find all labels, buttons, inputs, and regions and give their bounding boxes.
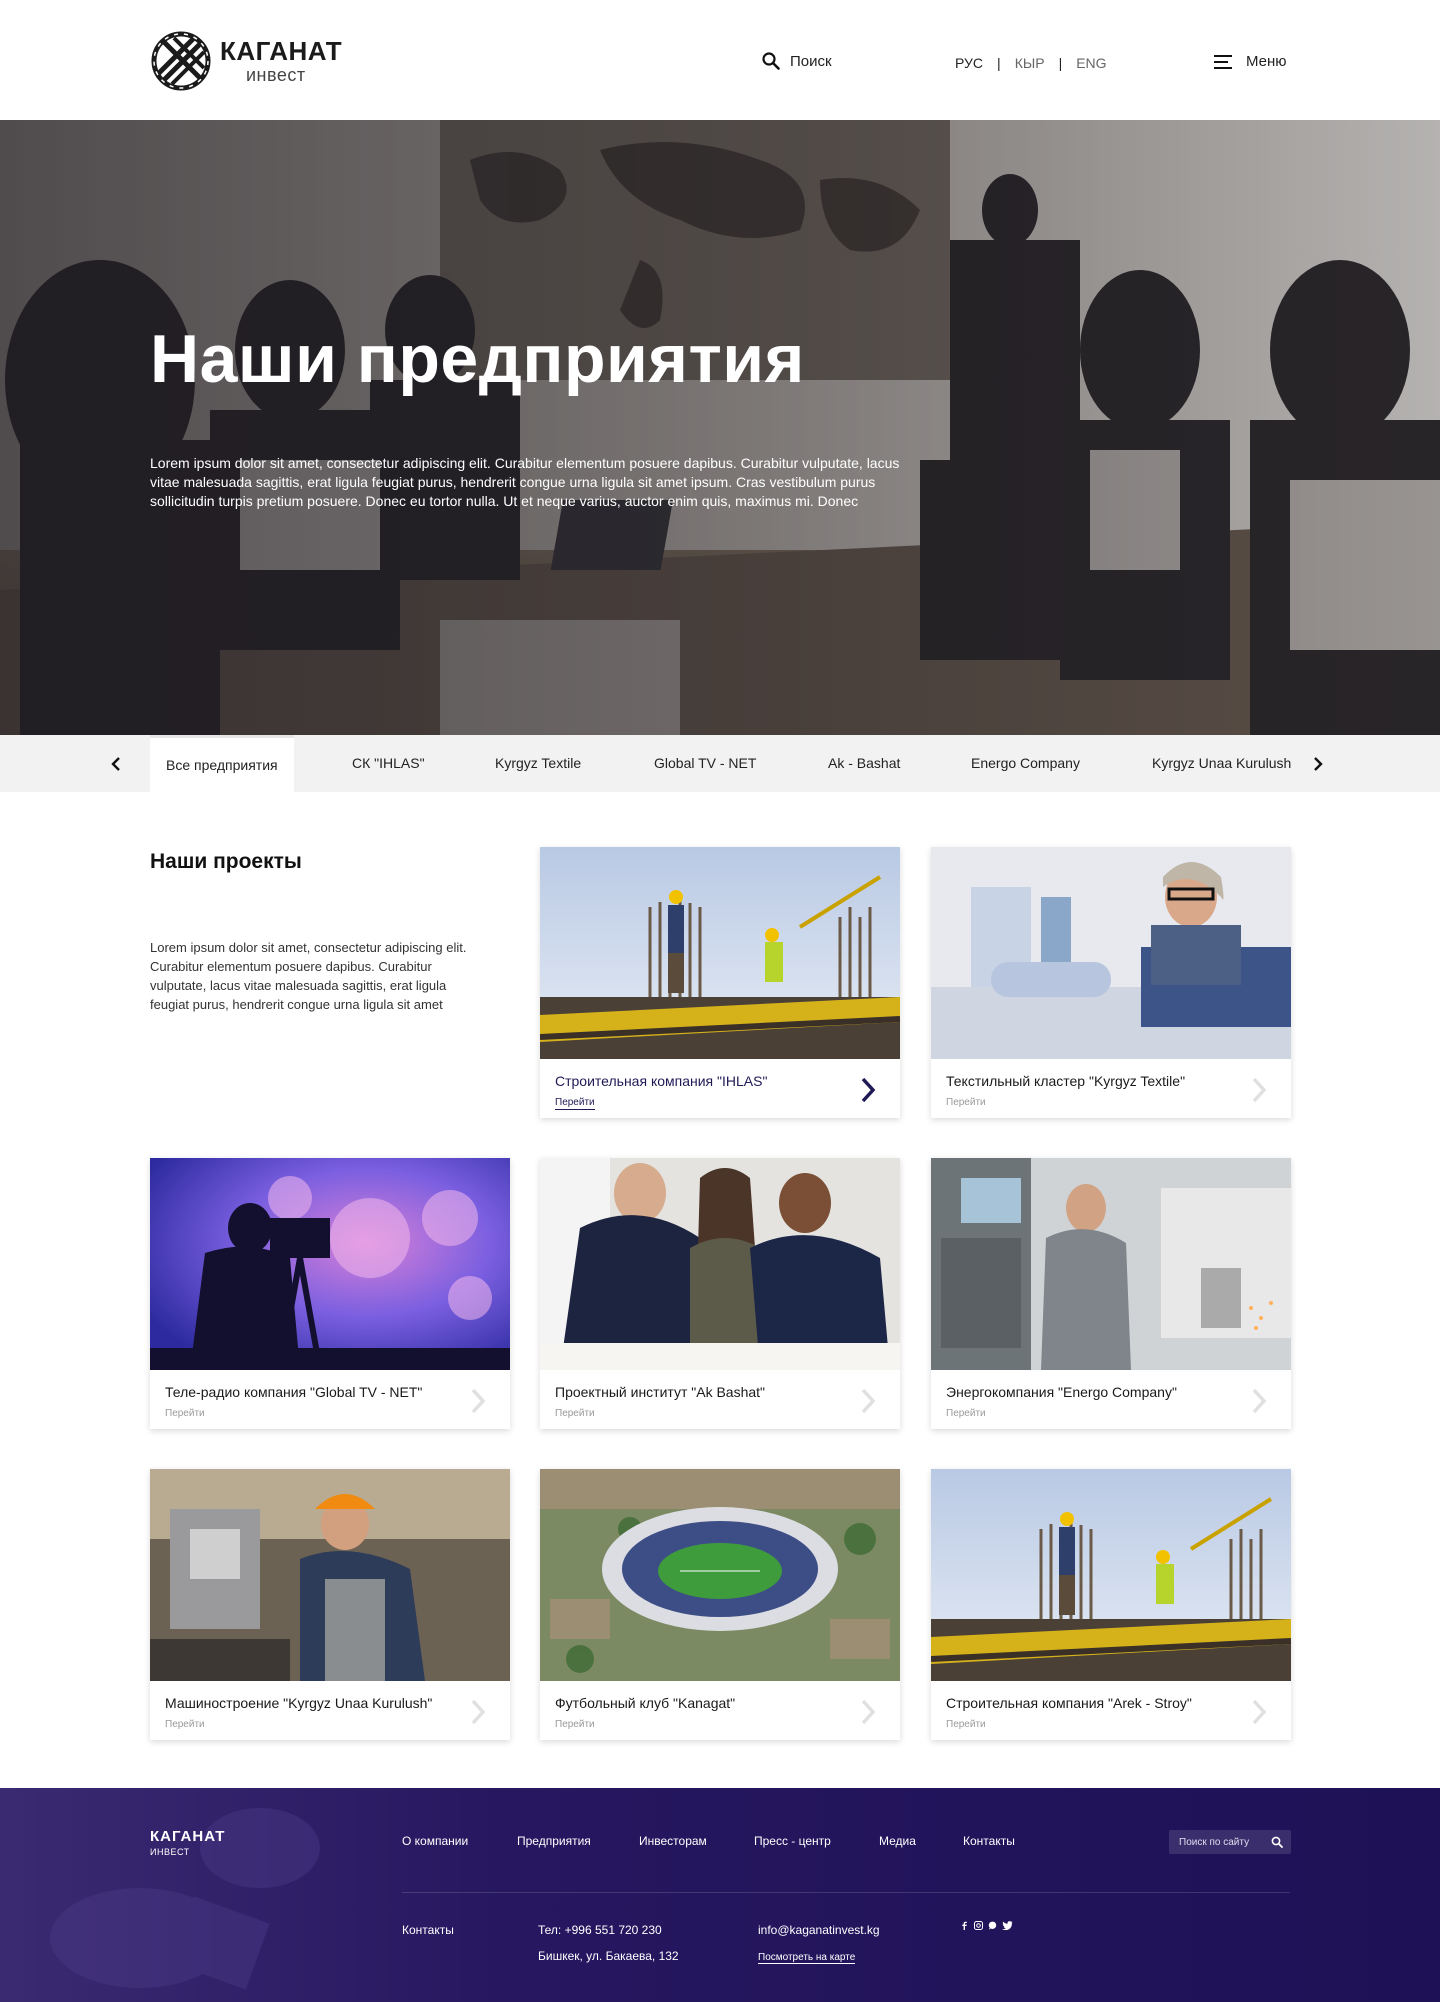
tab-global-tv[interactable]: Global TV - NET xyxy=(654,735,756,792)
footer-logo-subtitle: ИНВЕСТ xyxy=(150,1847,190,1857)
footer-email[interactable]: info@kaganatinvest.kg xyxy=(758,1923,880,1937)
footer-search-input[interactable] xyxy=(1169,1830,1264,1854)
tab-kyrgyz-unaa-kurulush[interactable]: Kyrgyz Unaa Kurulush xyxy=(1152,735,1291,792)
instagram-icon[interactable] xyxy=(974,1917,983,1930)
card-link[interactable]: Перейти xyxy=(555,1719,595,1730)
footer-nav-contacts[interactable]: Контакты xyxy=(963,1834,1015,1848)
search-button[interactable]: Поиск xyxy=(762,52,832,70)
project-card-kyrgyz-unaa-kurulush[interactable]: Машиностроение "Kyrgyz Unaa Kurulush" Пе… xyxy=(150,1469,510,1740)
card-title: Строительная компания "IHLAS" xyxy=(555,1073,768,1089)
construction-photo xyxy=(931,1469,1291,1681)
footer-search xyxy=(1169,1830,1291,1854)
chevron-left-icon[interactable] xyxy=(108,755,126,773)
project-card-ak-bashat[interactable]: Проектный институт "Ak Bashat" Перейти xyxy=(540,1158,900,1429)
footer-nav-press-center[interactable]: Пресс - центр xyxy=(754,1834,831,1848)
footer-background-image xyxy=(0,1788,1440,2002)
lang-en[interactable]: ENG xyxy=(1076,55,1106,71)
logo[interactable]: КАГАНАТ инвест xyxy=(150,30,342,92)
site-header: КАГАНАТ инвест Поиск РУС | КЫР | ENG Мен… xyxy=(0,0,1440,120)
footer-nav-enterprises[interactable]: Предприятия xyxy=(517,1834,591,1848)
hamburger-icon xyxy=(1214,54,1232,69)
footer-divider xyxy=(402,1892,1290,1893)
card-link[interactable]: Перейти xyxy=(555,1408,595,1419)
search-icon[interactable] xyxy=(1271,1836,1283,1848)
architects-photo xyxy=(540,1158,900,1370)
footer-nav-media[interactable]: Медиа xyxy=(879,1834,916,1848)
card-title: Футбольный клуб "Kanagat" xyxy=(555,1695,736,1711)
arrow-right-icon[interactable] xyxy=(1249,1386,1269,1416)
lang-ky[interactable]: КЫР xyxy=(1015,55,1045,71)
tab-ihlas[interactable]: СК "IHLAS" xyxy=(352,735,425,792)
project-card-arek-stroy[interactable]: Строительная компания "Arek - Stroy" Пер… xyxy=(931,1469,1291,1740)
card-link[interactable]: Перейти xyxy=(946,1719,986,1730)
tab-ak-bashat[interactable]: Ak - Bashat xyxy=(828,735,900,792)
card-title: Текстильный кластер "Kyrgyz Textile" xyxy=(946,1073,1186,1089)
lang-divider: | xyxy=(1058,55,1063,71)
lang-ru[interactable]: РУС xyxy=(955,55,983,71)
card-title: Проектный институт "Ak Bashat" xyxy=(555,1384,766,1400)
construction-photo xyxy=(540,847,900,1059)
project-card-kanagat[interactable]: Футбольный клуб "Kanagat" Перейти xyxy=(540,1469,900,1740)
card-link[interactable]: Перейти xyxy=(165,1719,205,1730)
tv-camera-photo xyxy=(150,1158,510,1370)
footer-phone[interactable]: Тел: +996 551 720 230 xyxy=(538,1923,662,1937)
page-title: Наши предприятия xyxy=(150,321,805,397)
logo-title: КАГАНАТ xyxy=(220,36,343,66)
arrow-right-icon[interactable] xyxy=(858,1697,878,1727)
stadium-photo xyxy=(540,1469,900,1681)
footer-map-link[interactable]: Посмотреть на карте xyxy=(758,1952,856,1964)
twitter-icon[interactable] xyxy=(1002,1917,1013,1931)
hero-description: Lorem ipsum dolor sit amet, consectetur … xyxy=(150,455,900,509)
footer-logo[interactable]: КАГАНАТ ИНВЕСТ xyxy=(150,1828,225,1857)
menu-label: Меню xyxy=(1246,53,1287,70)
arrow-right-icon[interactable] xyxy=(468,1386,488,1416)
card-title: Теле-радио компания "Global TV - NET" xyxy=(165,1384,423,1400)
card-link[interactable]: Перейти xyxy=(946,1097,986,1108)
lang-divider: | xyxy=(997,55,1001,71)
menu-button[interactable]: Меню xyxy=(1214,53,1287,70)
footer-logo-title: КАГАНАТ xyxy=(150,1828,226,1845)
tab-kyrgyz-textile[interactable]: Kyrgyz Textile xyxy=(495,735,581,792)
search-label: Поиск xyxy=(790,52,832,70)
logo-subtitle: инвест xyxy=(246,65,306,85)
arrow-right-icon[interactable] xyxy=(858,1075,878,1105)
card-title: Строительная компания "Arek - Stroy" xyxy=(946,1695,1192,1711)
facebook-icon[interactable] xyxy=(960,1917,969,1930)
tab-energo-company[interactable]: Energo Company xyxy=(971,735,1080,792)
card-title: Машиностроение "Kyrgyz Unaa Kurulush" xyxy=(165,1695,433,1711)
arrow-right-icon[interactable] xyxy=(1249,1075,1269,1105)
search-icon xyxy=(762,52,780,70)
factory-engineer-photo xyxy=(931,1158,1291,1370)
language-switcher: РУС | КЫР | ENG xyxy=(955,55,1107,71)
card-link[interactable]: Перейти xyxy=(165,1408,205,1419)
machinery-worker-photo xyxy=(150,1469,510,1681)
card-title: Энергокомпания "Energo Company" xyxy=(946,1384,1177,1400)
project-card-energo-company[interactable]: Энергокомпания "Energo Company" Перейти xyxy=(931,1158,1291,1429)
arrow-right-icon[interactable] xyxy=(468,1697,488,1727)
tab-all[interactable]: Все предприятия xyxy=(150,735,294,792)
footer-nav-investors[interactable]: Инвесторам xyxy=(639,1834,707,1848)
hero-banner: Наши предприятия Lorem ipsum dolor sit a… xyxy=(0,120,1440,735)
projects-description: Lorem ipsum dolor sit amet, consectetur … xyxy=(150,940,467,1012)
site-footer: КАГАНАТ ИНВЕСТ О компании Предприятия Ин… xyxy=(0,1788,1440,2002)
enterprise-tabs: Все предприятия СК "IHLAS" Kyrgyz Textil… xyxy=(0,735,1440,792)
arrow-right-icon[interactable] xyxy=(1249,1697,1269,1727)
logo-emblem-icon xyxy=(151,31,211,91)
social-links xyxy=(960,1917,1013,1931)
project-card-global-tv[interactable]: Теле-радио компания "Global TV - NET" Пе… xyxy=(150,1158,510,1429)
whatsapp-icon[interactable] xyxy=(988,1917,997,1930)
project-card-ihlas[interactable]: Строительная компания "IHLAS" Перейти xyxy=(540,847,900,1118)
arrow-right-icon[interactable] xyxy=(858,1386,878,1416)
card-link[interactable]: Перейти xyxy=(946,1408,986,1419)
hero-overlay xyxy=(0,120,1440,735)
footer-contacts-label: Контакты xyxy=(402,1923,454,1937)
textile-photo xyxy=(931,847,1291,1059)
footer-address: Бишкек, ул. Бакаева, 132 xyxy=(538,1949,679,1963)
chevron-right-icon[interactable] xyxy=(1308,755,1326,773)
projects-title: Наши проекты xyxy=(150,850,302,873)
footer-nav-about[interactable]: О компании xyxy=(402,1834,468,1848)
card-link[interactable]: Перейти xyxy=(555,1097,595,1110)
project-card-kyrgyz-textile[interactable]: Текстильный кластер "Kyrgyz Textile" Пер… xyxy=(931,847,1291,1118)
